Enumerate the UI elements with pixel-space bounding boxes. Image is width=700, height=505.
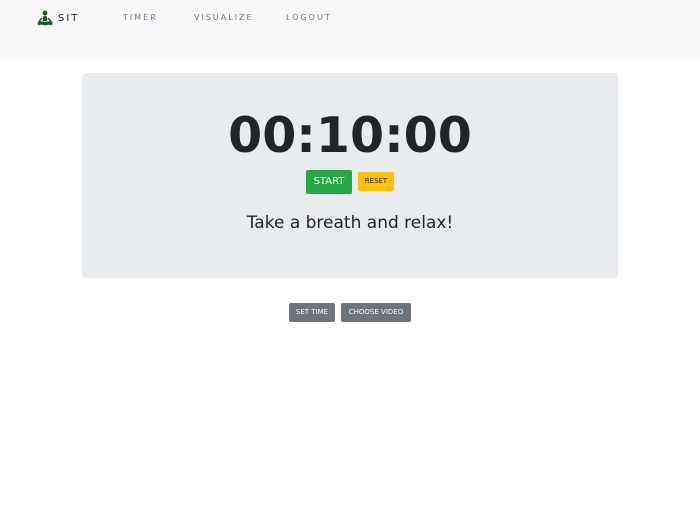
relax-message: Take a breath and relax! bbox=[246, 213, 454, 233]
set-time-button[interactable]: SET TIME bbox=[289, 303, 335, 322]
nav-link-timer[interactable]: TIMER bbox=[123, 13, 158, 23]
brand-link[interactable]: SIT bbox=[36, 10, 79, 28]
choose-video-button[interactable]: CHOOSE VIDEO bbox=[341, 303, 411, 322]
navbar: SIT TIMER VISUALIZE LOGOUT bbox=[0, 0, 700, 57]
start-button[interactable]: START bbox=[306, 170, 352, 194]
brand-text: SIT bbox=[58, 13, 80, 24]
reset-button[interactable]: RESET bbox=[358, 172, 394, 191]
nav-link-visualize[interactable]: VISUALIZE bbox=[194, 13, 254, 23]
nav-link-logout[interactable]: LOGOUT bbox=[286, 13, 332, 23]
meditation-icon bbox=[36, 10, 54, 28]
timer-display: 00:10:00 bbox=[228, 107, 472, 164]
